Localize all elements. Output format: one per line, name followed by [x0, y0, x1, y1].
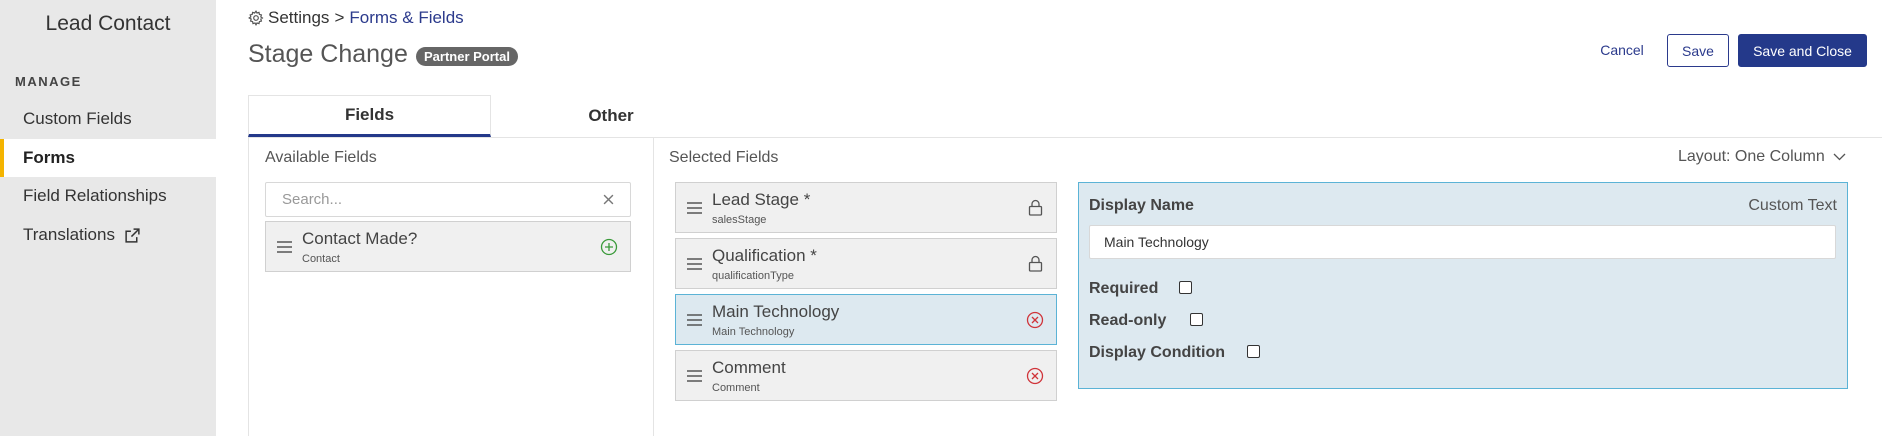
custom-text-label: Custom Text — [1748, 197, 1837, 214]
content-left-border — [248, 137, 249, 436]
breadcrumb-forms-fields-link[interactable]: Forms & Fields — [349, 8, 463, 28]
field-name: Contact Made? — [302, 228, 418, 248]
field-api-name: qualificationType — [712, 269, 794, 282]
field-api-name: Contact — [302, 252, 340, 265]
sidebar-item-label: Forms — [23, 148, 75, 167]
sidebar-item-field-relationships[interactable]: Field Relationships — [0, 177, 216, 215]
tab-other[interactable]: Other — [491, 95, 731, 137]
field-name: Main Technology — [712, 301, 840, 321]
remove-circle-icon[interactable] — [1014, 367, 1056, 385]
save-button[interactable]: Save — [1667, 34, 1729, 67]
breadcrumb-settings-link[interactable]: Settings — [268, 8, 329, 28]
save-and-close-button[interactable]: Save and Close — [1738, 34, 1867, 67]
drag-handle-icon[interactable] — [676, 257, 712, 270]
close-icon[interactable] — [603, 194, 614, 205]
field-api-name: salesStage — [712, 213, 767, 226]
breadcrumb-separator: > — [334, 8, 345, 27]
sidebar-item-forms[interactable]: Forms — [0, 139, 216, 177]
sidebar-section-heading: MANAGE — [15, 74, 82, 89]
lock-icon — [1014, 199, 1056, 216]
drag-handle-icon[interactable] — [676, 369, 712, 382]
readonly-label: Read-only — [1089, 312, 1167, 329]
drag-handle-icon[interactable] — [266, 240, 302, 253]
tab-label: Fields — [344, 105, 395, 124]
chevron-down-icon — [1833, 153, 1846, 161]
display-condition-label: Display Condition — [1089, 344, 1225, 361]
add-circle-icon[interactable] — [588, 238, 630, 256]
sidebar-title: Lead Contact — [45, 12, 171, 35]
sidebar-item-label: Field Relationships — [23, 186, 167, 205]
breadcrumb: Settings > Forms & Fields — [248, 8, 464, 28]
status-badge: Partner Portal — [416, 47, 518, 66]
required-checkbox[interactable] — [1179, 281, 1192, 294]
display-name-label: Display Name — [1089, 197, 1194, 214]
search-box — [265, 182, 631, 217]
sidebar-item-translations[interactable]: Translations — [0, 216, 216, 254]
lock-icon — [1014, 255, 1056, 272]
display-name-field[interactable] — [1089, 225, 1836, 259]
selected-field-item-active[interactable]: Main Technology Main Technology — [675, 294, 1057, 345]
field-name: Comment — [712, 357, 786, 377]
cancel-button[interactable]: Cancel — [1590, 38, 1654, 62]
selected-field-item[interactable]: Comment Comment — [675, 350, 1057, 401]
remove-circle-icon[interactable] — [1014, 311, 1056, 329]
field-api-name: Main Technology — [712, 325, 795, 338]
field-properties-panel: Display Name Custom Text Required Read-o… — [1078, 182, 1848, 389]
available-field-item[interactable]: Contact Made? Contact — [265, 221, 631, 272]
page-title: Stage Change — [248, 40, 408, 68]
field-api-name: Comment — [712, 381, 760, 394]
drag-handle-icon[interactable] — [676, 313, 712, 326]
search-input[interactable] — [282, 191, 603, 208]
layout-select-label: Layout: One Column — [1678, 148, 1825, 165]
field-name: Lead Stage * — [712, 189, 811, 209]
display-condition-checkbox[interactable] — [1247, 345, 1260, 358]
layout-select[interactable]: Layout: One Column — [1678, 148, 1846, 166]
column-divider — [653, 137, 654, 436]
required-label: Required — [1089, 280, 1159, 297]
tab-content-border — [248, 137, 1882, 138]
field-name: Qualification * — [712, 245, 817, 265]
selected-field-item[interactable]: Qualification * qualificationType — [675, 238, 1057, 289]
selected-fields-heading: Selected Fields — [669, 149, 779, 166]
sidebar-item-label: Custom Fields — [23, 109, 132, 128]
readonly-checkbox[interactable] — [1190, 313, 1203, 326]
sidebar: Lead Contact MANAGE Custom Fields Forms … — [0, 0, 216, 436]
tab-label: Other — [588, 106, 634, 125]
available-fields-heading: Available Fields — [265, 149, 377, 166]
gear-icon — [248, 10, 264, 26]
drag-handle-icon[interactable] — [676, 201, 712, 214]
tab-fields[interactable]: Fields — [248, 95, 491, 137]
sidebar-item-custom-fields[interactable]: Custom Fields — [0, 100, 216, 138]
selected-field-item[interactable]: Lead Stage * salesStage — [675, 182, 1057, 233]
external-link-icon — [124, 227, 141, 244]
sidebar-item-label: Translations — [23, 225, 115, 244]
